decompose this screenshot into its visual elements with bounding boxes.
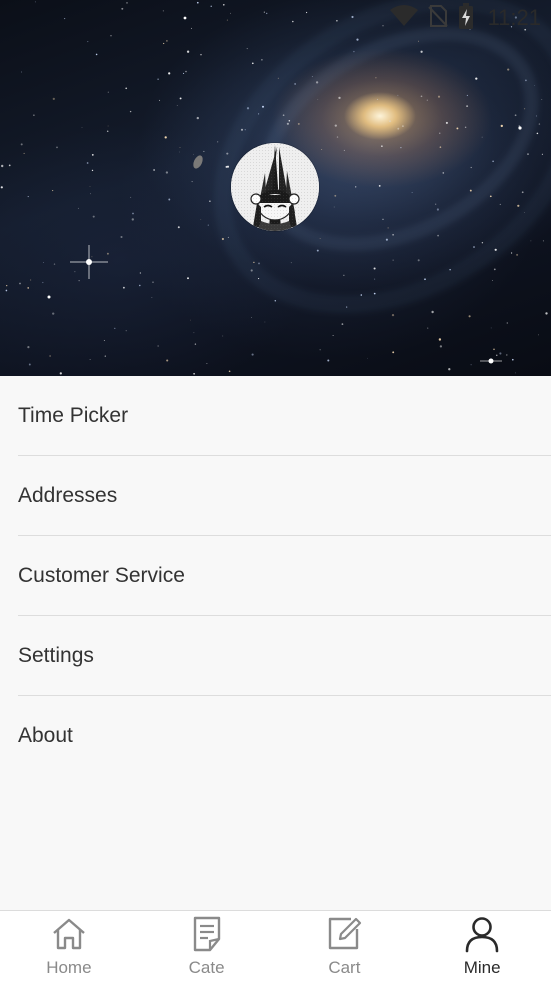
person-icon — [465, 917, 499, 953]
status-bar: 11:21 — [389, 2, 541, 34]
wifi-icon — [389, 4, 418, 32]
bottom-tab-bar: Home Cate Cart Mine — [0, 910, 551, 982]
menu-list: Time Picker Addresses Customer Service S… — [0, 376, 551, 776]
menu-item-time-picker[interactable]: Time Picker — [0, 376, 551, 456]
menu-item-about[interactable]: About — [0, 696, 551, 776]
menu-item-settings[interactable]: Settings — [0, 616, 551, 696]
tab-cate[interactable]: Cate — [138, 911, 276, 982]
tab-label: Home — [46, 958, 92, 977]
tab-label: Cate — [188, 958, 225, 977]
no-sim-icon — [427, 4, 448, 33]
document-icon — [193, 916, 220, 952]
battery-charging-icon — [458, 2, 474, 34]
menu-item-customer-service[interactable]: Customer Service — [0, 536, 551, 616]
tab-home[interactable]: Home — [0, 911, 138, 982]
tab-label: Cart — [328, 958, 361, 977]
tab-label: Mine — [463, 958, 501, 977]
status-time: 11:21 — [487, 5, 541, 30]
mine-screen: 11:21 Time Picker Addresses Customer Ser… — [0, 0, 551, 982]
tab-mine[interactable]: Mine — [413, 911, 551, 982]
menu-item-label: Customer Service — [18, 564, 185, 587]
tab-cart[interactable]: Cart — [276, 911, 414, 982]
menu-item-label: Addresses — [18, 484, 118, 507]
menu-item-label: About — [18, 724, 73, 747]
edit-icon — [329, 917, 362, 950]
menu-item-addresses[interactable]: Addresses — [0, 456, 551, 536]
profile-header: 11:21 — [0, 0, 551, 376]
avatar[interactable] — [231, 143, 319, 231]
home-icon — [53, 918, 85, 950]
menu-item-label: Settings — [18, 644, 94, 667]
menu-item-label: Time Picker — [18, 404, 129, 427]
avatar-image — [231, 143, 319, 231]
